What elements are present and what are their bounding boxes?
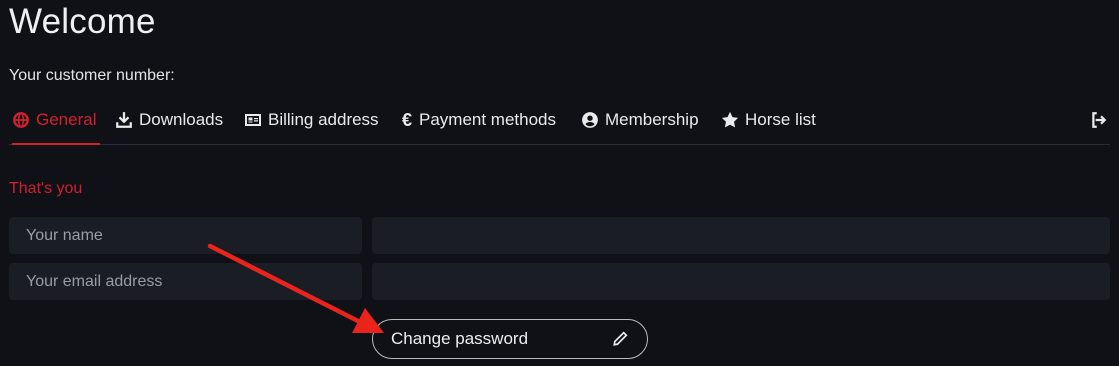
email-input[interactable] (372, 263, 1110, 300)
tab-general[interactable]: General (12, 96, 101, 145)
globe-icon (12, 111, 30, 129)
user-circle-icon (581, 111, 599, 129)
pencil-icon (611, 330, 629, 348)
tab-label: Membership (605, 110, 699, 129)
euro-icon: € (401, 109, 412, 130)
page-title: Welcome (9, 2, 156, 41)
tab-label: Horse list (745, 110, 816, 129)
email-field-label: Your email address (9, 263, 362, 300)
tab-label: Payment methods (419, 110, 557, 129)
change-password-button[interactable]: Change password (372, 319, 648, 359)
logout-icon (1090, 111, 1108, 129)
customer-number-label: Your customer number: (9, 67, 175, 84)
tab-label: Downloads (139, 110, 224, 129)
tab-downloads[interactable]: Downloads (115, 96, 223, 144)
name-field-label: Your name (9, 217, 362, 254)
name-input[interactable] (372, 217, 1110, 254)
section-title: That's you (9, 180, 83, 197)
tab-membership[interactable]: Membership (581, 96, 699, 144)
tab-horse-list[interactable]: Horse list (721, 96, 816, 144)
tab-payment-methods[interactable]: € Payment methods (401, 96, 556, 144)
download-icon (115, 111, 133, 129)
tab-billing-address[interactable]: Billing address (244, 96, 379, 144)
id-card-icon (244, 111, 262, 129)
star-icon (721, 111, 739, 129)
annotation-arrow (207, 243, 384, 333)
tab-label: General (36, 110, 97, 129)
change-password-label: Change password (391, 329, 529, 348)
logout-button[interactable] (1088, 96, 1110, 144)
tab-label: Billing address (268, 110, 379, 129)
account-tabs: General Downloads Billing address € Paym… (9, 96, 1110, 145)
account-page: Welcome Your customer number: General Do… (0, 0, 1119, 366)
